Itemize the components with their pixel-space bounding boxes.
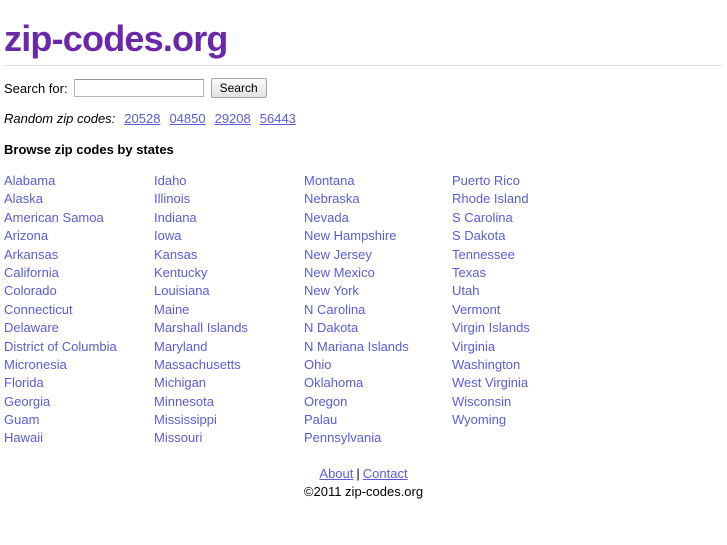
search-label: Search for: [4,80,68,96]
state-link[interactable]: Oklahoma [304,374,452,392]
state-link[interactable]: Massachusetts [154,356,304,374]
state-link[interactable]: Minnesota [154,393,304,411]
copyright-text: ©2011 zip-codes.org [303,484,424,499]
search-input[interactable] [73,79,204,97]
footer-links: About | Contact [0,466,727,481]
state-link[interactable]: District of Columbia [4,338,154,356]
state-link[interactable]: Puerto Rico [452,172,602,190]
state-link[interactable]: Illinois [154,190,304,208]
state-link[interactable]: Idaho [154,172,304,190]
state-link[interactable]: New Jersey [304,246,452,264]
state-link[interactable]: American Samoa [4,209,154,227]
state-link[interactable]: Hawaii [4,429,154,447]
state-link[interactable]: California [4,264,154,282]
browse-heading: Browse zip codes by states [4,142,174,157]
contact-link[interactable]: Contact [363,466,408,481]
state-link[interactable]: Wyoming [452,411,602,429]
state-link[interactable]: Connecticut [4,301,154,319]
footer-separator: | [356,466,360,481]
state-link[interactable]: Virginia [452,338,602,356]
state-link[interactable]: Utah [452,282,602,300]
state-link[interactable]: Vermont [452,301,602,319]
state-link[interactable]: West Virginia [452,374,602,392]
state-column: Montana Nebraska Nevada New Hampshire Ne… [304,172,452,448]
state-column: Puerto Rico Rhode Island S Carolina S Da… [452,172,602,448]
state-link[interactable]: Delaware [4,319,154,337]
state-link[interactable]: Pennsylvania [304,429,452,447]
random-zip-codes: Random zip codes: 20528 04850 29208 56443 [4,111,723,127]
state-link[interactable]: New Hampshire [304,227,452,245]
state-link[interactable]: Arizona [4,227,154,245]
state-link[interactable]: Wisconsin [452,393,602,411]
state-link[interactable]: Washington [452,356,602,374]
state-link[interactable]: Palau [304,411,452,429]
state-link[interactable]: Marshall Islands [154,319,304,337]
state-link[interactable]: S Dakota [452,227,602,245]
state-link[interactable]: Arkansas [4,246,154,264]
state-link[interactable]: Guam [4,411,154,429]
state-link[interactable]: N Mariana Islands [304,338,452,356]
search-button[interactable]: Search [210,78,267,98]
random-zip-link[interactable]: 04850 [169,111,205,126]
state-column: Idaho Illinois Indiana Iowa Kansas Kentu… [154,172,304,448]
state-link[interactable]: Florida [4,374,154,392]
state-link[interactable]: Iowa [154,227,304,245]
state-link[interactable]: Alabama [4,172,154,190]
state-link[interactable]: Nevada [304,209,452,227]
search-form: Search for: Search [4,77,723,99]
random-zip-link[interactable]: 20528 [124,111,160,126]
state-link[interactable]: Ohio [304,356,452,374]
state-link[interactable]: Tennessee [452,246,602,264]
page-root: zip-codes.org Search for: Search Random … [0,0,727,545]
state-link[interactable]: Maine [154,301,304,319]
state-link[interactable]: Mississippi [154,411,304,429]
random-zip-codes-label: Random zip codes: [4,111,116,126]
state-link[interactable]: Alaska [4,190,154,208]
random-zip-link[interactable]: 29208 [215,111,251,126]
footer: About | Contact ©2011 zip-codes.org [0,466,727,499]
state-column: Alabama Alaska American Samoa Arizona Ar… [4,172,154,448]
state-link[interactable]: Michigan [154,374,304,392]
state-link[interactable]: Louisiana [154,282,304,300]
state-link[interactable]: Oregon [304,393,452,411]
state-list: Alabama Alaska American Samoa Arizona Ar… [4,172,723,448]
state-link[interactable]: Maryland [154,338,304,356]
state-link[interactable]: Georgia [4,393,154,411]
about-link[interactable]: About [319,466,353,481]
state-link[interactable]: Missouri [154,429,304,447]
state-link[interactable]: Kansas [154,246,304,264]
random-zip-link[interactable]: 56443 [260,111,296,126]
state-link[interactable]: Kentucky [154,264,304,282]
state-link[interactable]: N Carolina [304,301,452,319]
state-link[interactable]: N Dakota [304,319,452,337]
state-link[interactable]: Montana [304,172,452,190]
state-link[interactable]: Indiana [154,209,304,227]
page-title: zip-codes.org [4,18,228,59]
header-divider [4,65,722,66]
state-link[interactable]: New Mexico [304,264,452,282]
state-link[interactable]: New York [304,282,452,300]
state-link[interactable]: S Carolina [452,209,602,227]
state-link[interactable]: Nebraska [304,190,452,208]
state-link[interactable]: Colorado [4,282,154,300]
state-link[interactable]: Micronesia [4,356,154,374]
state-link[interactable]: Rhode Island [452,190,602,208]
state-link[interactable]: Virgin Islands [452,319,602,337]
state-link[interactable]: Texas [452,264,602,282]
